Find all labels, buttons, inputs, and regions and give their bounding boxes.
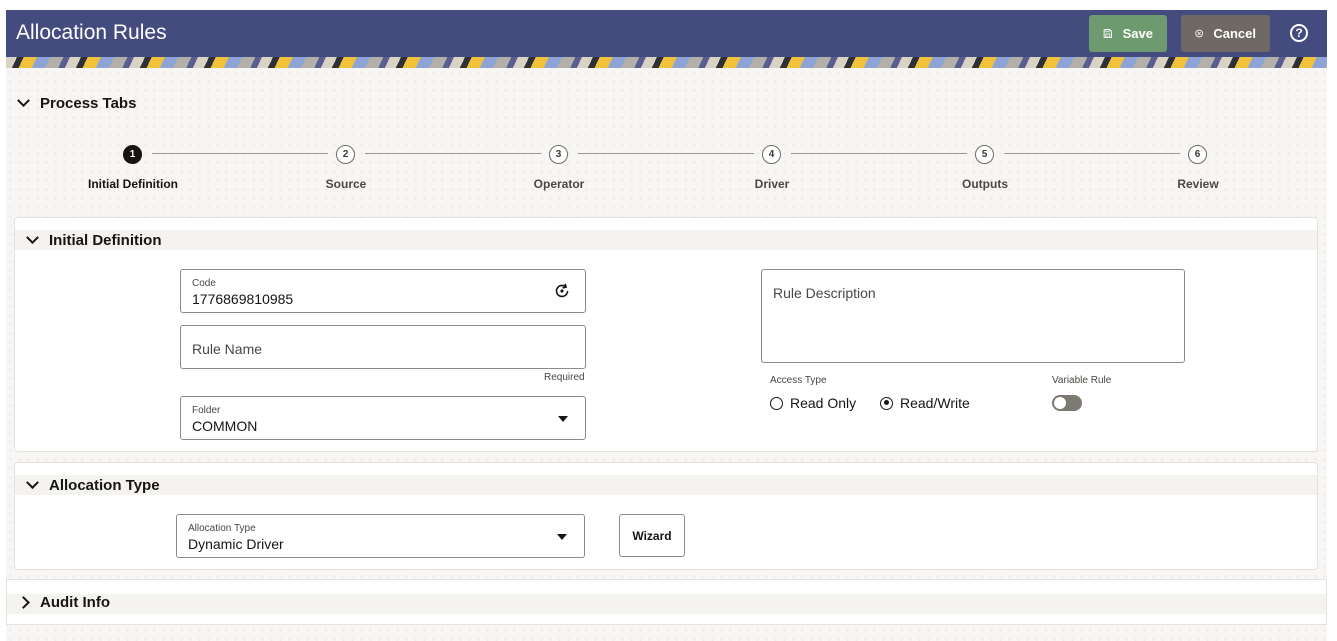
card-header-bar bbox=[7, 594, 1326, 614]
allocation-type-header[interactable]: Allocation Type bbox=[26, 476, 160, 494]
rule-name-placeholder: Rule Name bbox=[192, 341, 263, 357]
step-connector bbox=[791, 153, 967, 154]
save-button[interactable]: Save bbox=[1089, 15, 1167, 52]
audit-info-header[interactable]: Audit Info bbox=[17, 594, 110, 611]
step-3-label[interactable]: Operator bbox=[534, 177, 585, 191]
allocation-type-title: Allocation Type bbox=[49, 477, 160, 494]
required-hint: Required bbox=[544, 372, 585, 383]
rule-name-field[interactable]: Rule Name bbox=[180, 325, 586, 369]
folder-label: Folder bbox=[192, 405, 221, 416]
allocation-type-value: Dynamic Driver bbox=[188, 536, 284, 552]
save-label: Save bbox=[1122, 26, 1153, 41]
cancel-button[interactable]: Cancel bbox=[1181, 15, 1270, 52]
rule-description-field[interactable]: Rule Description bbox=[761, 269, 1185, 363]
radio-read-only-label: Read Only bbox=[790, 395, 857, 411]
initial-definition-title: Initial Definition bbox=[49, 232, 162, 249]
caret-down-icon bbox=[558, 416, 568, 422]
folder-select[interactable]: Folder COMMON bbox=[180, 396, 586, 440]
allocation-type-field-label: Allocation Type bbox=[188, 523, 256, 534]
variable-rule-label: Variable Rule bbox=[1052, 375, 1112, 386]
code-label: Code bbox=[192, 278, 216, 289]
code-value: 1776869810985 bbox=[192, 291, 294, 307]
wizard-button[interactable]: Wizard bbox=[619, 514, 685, 557]
step-connector bbox=[1004, 153, 1180, 154]
decorative-banner bbox=[6, 57, 1327, 68]
audit-info-title: Audit Info bbox=[40, 594, 110, 611]
step-1-circle[interactable]: 1 bbox=[123, 145, 142, 164]
chevron-down-icon bbox=[26, 231, 39, 245]
step-connector bbox=[578, 153, 754, 154]
caret-down-icon bbox=[557, 534, 567, 540]
help-icon[interactable]: ? bbox=[1290, 24, 1308, 42]
step-5-label[interactable]: Outputs bbox=[962, 177, 1008, 191]
folder-value: COMMON bbox=[192, 418, 258, 434]
rule-description-placeholder: Rule Description bbox=[773, 285, 876, 301]
chevron-down-icon bbox=[17, 94, 30, 108]
help-glyph: ? bbox=[1295, 26, 1303, 40]
step-6-label[interactable]: Review bbox=[1177, 177, 1218, 191]
radio-read-write[interactable]: Read/Write bbox=[880, 395, 970, 411]
radio-circle-icon bbox=[770, 396, 783, 410]
step-connector bbox=[365, 153, 541, 154]
save-icon bbox=[1103, 29, 1112, 38]
chevron-down-icon bbox=[26, 476, 39, 490]
step-5-circle[interactable]: 5 bbox=[975, 145, 994, 164]
step-2-circle[interactable]: 2 bbox=[336, 145, 355, 164]
close-circle-icon bbox=[1195, 29, 1204, 38]
access-type-label: Access Type bbox=[770, 375, 827, 386]
step-1-label[interactable]: Initial Definition bbox=[88, 177, 178, 191]
regenerate-icon[interactable] bbox=[553, 282, 571, 300]
initial-definition-header[interactable]: Initial Definition bbox=[26, 231, 162, 249]
allocation-type-select[interactable]: Allocation Type Dynamic Driver bbox=[176, 514, 585, 558]
process-tabs-header[interactable]: Process Tabs bbox=[17, 94, 137, 112]
step-2-label[interactable]: Source bbox=[326, 177, 367, 191]
cancel-label: Cancel bbox=[1213, 26, 1256, 41]
app-header: Allocation Rules Save Cancel ? bbox=[6, 10, 1327, 57]
chevron-right-icon bbox=[17, 596, 30, 609]
app-frame: Allocation Rules Save Cancel ? Process T… bbox=[6, 10, 1327, 641]
step-6-circle[interactable]: 6 bbox=[1188, 145, 1207, 164]
code-field[interactable]: Code 1776869810985 bbox=[180, 269, 586, 313]
variable-rule-toggle[interactable] bbox=[1052, 395, 1082, 411]
step-4-circle[interactable]: 4 bbox=[762, 145, 781, 164]
step-connector bbox=[152, 153, 328, 154]
radio-checked-icon bbox=[880, 396, 893, 410]
card-header-bar bbox=[15, 230, 1317, 250]
step-3-circle[interactable]: 3 bbox=[549, 145, 568, 164]
radio-read-write-label: Read/Write bbox=[900, 395, 970, 411]
step-4-label[interactable]: Driver bbox=[755, 177, 790, 191]
radio-read-only[interactable]: Read Only bbox=[770, 395, 856, 411]
page-title: Allocation Rules bbox=[16, 21, 167, 44]
process-tabs-title: Process Tabs bbox=[40, 95, 137, 112]
audit-info-card bbox=[6, 579, 1327, 625]
card-header-bar bbox=[15, 475, 1317, 495]
